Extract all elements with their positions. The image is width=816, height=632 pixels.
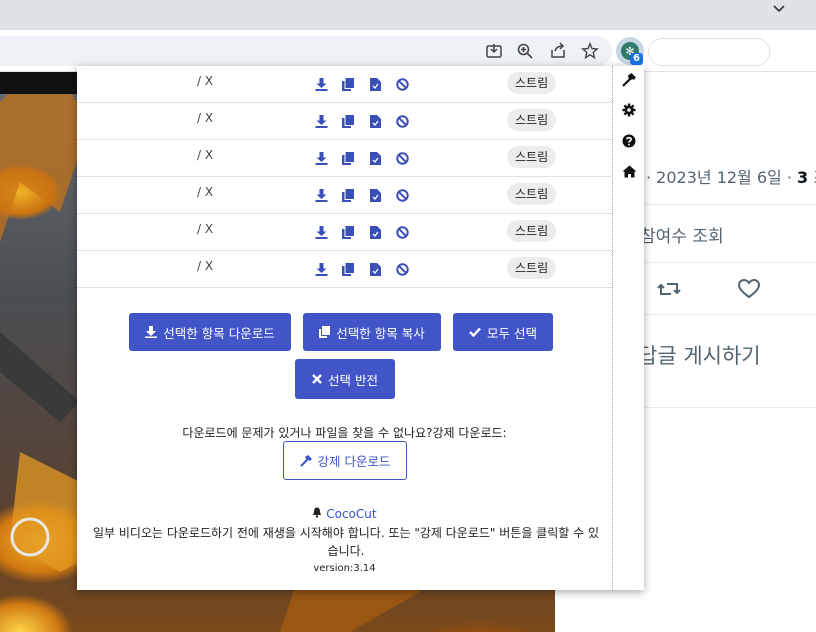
download-icon[interactable]	[313, 224, 329, 240]
ban-icon[interactable]	[394, 261, 410, 277]
playback-note: 일부 비디오는 다운로드하기 전에 재생을 시작해야 합니다. 또는 "강제 다…	[92, 526, 600, 558]
ban-icon[interactable]	[394, 76, 410, 92]
hammer-icon[interactable]	[620, 71, 638, 89]
select-all-button[interactable]: 모두 선택	[453, 313, 553, 351]
stream-name: / X	[197, 259, 214, 273]
copy-icon[interactable]	[340, 113, 356, 129]
download-selected-button[interactable]: 선택한 항목 다운로드	[129, 313, 291, 351]
zoom-icon[interactable]	[514, 40, 536, 62]
stream-name: / X	[197, 222, 214, 236]
stream-tag: 스트림	[507, 72, 557, 94]
file-icon[interactable]	[367, 150, 383, 166]
download-icon[interactable]	[313, 76, 329, 92]
stream-row[interactable]: / X 스트림	[77, 103, 612, 140]
file-icon[interactable]	[367, 113, 383, 129]
stream-name: / X	[197, 185, 214, 199]
stream-actions	[313, 261, 410, 277]
divider	[644, 407, 816, 408]
tweet-detail-column: l · 2023년 12월 6일 · 3 조 참여수 조회 답글 게시하기	[638, 72, 816, 632]
copy-icon[interactable]	[340, 187, 356, 203]
file-icon[interactable]	[367, 224, 383, 240]
share-icon[interactable]	[547, 40, 569, 62]
file-icon[interactable]	[367, 76, 383, 92]
copy-selected-label: 선택한 항목 복사	[336, 325, 425, 341]
copy-icon[interactable]	[340, 150, 356, 166]
select-all-label: 모두 선택	[487, 325, 537, 341]
stream-row[interactable]: / X 스트림	[77, 140, 612, 177]
bell-icon	[312, 507, 326, 521]
copy-icon[interactable]	[340, 261, 356, 277]
brand-link[interactable]: CocoCut	[326, 507, 376, 521]
stream-row[interactable]: / X 스트림	[77, 177, 612, 214]
ban-icon[interactable]	[394, 113, 410, 129]
stream-list: / X 스트림 / X 스트림 / X 스트림 / X 스트림 / X 스트림 / X 스트림	[77, 66, 612, 288]
download-icon[interactable]	[313, 261, 329, 277]
download-selected-label: 선택한 항목 다운로드	[163, 325, 275, 341]
stream-actions	[313, 187, 410, 203]
profile-pill[interactable]	[648, 38, 770, 66]
bookmark-star-icon[interactable]	[579, 40, 601, 62]
download-icon	[145, 326, 158, 338]
chevron-down-icon[interactable]	[772, 2, 786, 20]
stream-row[interactable]: / X 스트림	[77, 214, 612, 251]
tab-strip	[0, 0, 816, 30]
file-icon[interactable]	[367, 261, 383, 277]
brand-line: CocoCut	[77, 507, 612, 521]
copy-icon[interactable]	[340, 224, 356, 240]
stream-actions	[313, 113, 410, 129]
copy-selected-button[interactable]: 선택한 항목 복사	[303, 313, 441, 351]
tweet-date-line: · 2023년 12월 6일 · 3 조	[646, 168, 816, 187]
home-icon[interactable]	[620, 162, 638, 180]
stream-name: / X	[197, 148, 214, 162]
download-icon[interactable]	[313, 150, 329, 166]
stream-tag: 스트림	[507, 183, 557, 205]
stream-tag: 스트림	[507, 109, 557, 131]
retweet-icon[interactable]	[656, 276, 682, 302]
stream-actions	[313, 150, 410, 166]
divider	[644, 262, 816, 263]
engagement-views-link[interactable]: 참여수 조회	[640, 222, 724, 247]
help-icon[interactable]	[620, 132, 638, 150]
file-icon[interactable]	[367, 187, 383, 203]
popup-sidebar	[612, 66, 644, 590]
download-icon[interactable]	[313, 113, 329, 129]
reply-prompt[interactable]: 답글 게시하기	[638, 340, 761, 370]
heart-icon[interactable]	[736, 276, 762, 302]
copy-icon[interactable]	[340, 76, 356, 92]
invert-selection-button[interactable]: 선택 반전	[295, 359, 395, 399]
cococut-popup: / X 스트림 / X 스트림 / X 스트림 / X 스트림 / X 스트림 / X 스트림 선택한…	[77, 66, 644, 590]
stream-actions	[313, 224, 410, 240]
copy-icon	[319, 326, 331, 338]
gear-icon[interactable]	[620, 101, 638, 119]
stream-name: / X	[197, 111, 214, 125]
download-icon[interactable]	[313, 187, 329, 203]
version-text: version:3.14	[313, 563, 376, 574]
stream-row[interactable]: / X 스트림	[77, 251, 612, 288]
close-icon	[312, 374, 322, 384]
video-top-bar	[0, 72, 78, 94]
stream-tag: 스트림	[507, 146, 557, 168]
divider	[644, 204, 816, 205]
stream-actions	[313, 76, 410, 92]
stream-row[interactable]: / X 스트림	[77, 66, 612, 103]
ban-icon[interactable]	[394, 150, 410, 166]
force-download-label: 강제 다운로드	[317, 454, 391, 469]
ban-icon[interactable]	[394, 224, 410, 240]
hammer-icon	[299, 454, 312, 467]
install-icon[interactable]	[483, 40, 505, 62]
divider	[644, 314, 816, 315]
invert-selection-label: 선택 반전	[328, 372, 378, 388]
force-download-button[interactable]: 강제 다운로드	[283, 441, 407, 480]
download-problem-text: 다운로드에 문제가 있거나 파일을 찾을 수 없나요?강제 다운로드:	[182, 426, 507, 440]
stream-name: / X	[197, 74, 214, 88]
ban-icon[interactable]	[394, 187, 410, 203]
extension-badge: 6	[630, 53, 643, 65]
stream-tag: 스트림	[507, 257, 557, 279]
check-icon	[469, 327, 481, 337]
stream-tag: 스트림	[507, 220, 557, 242]
